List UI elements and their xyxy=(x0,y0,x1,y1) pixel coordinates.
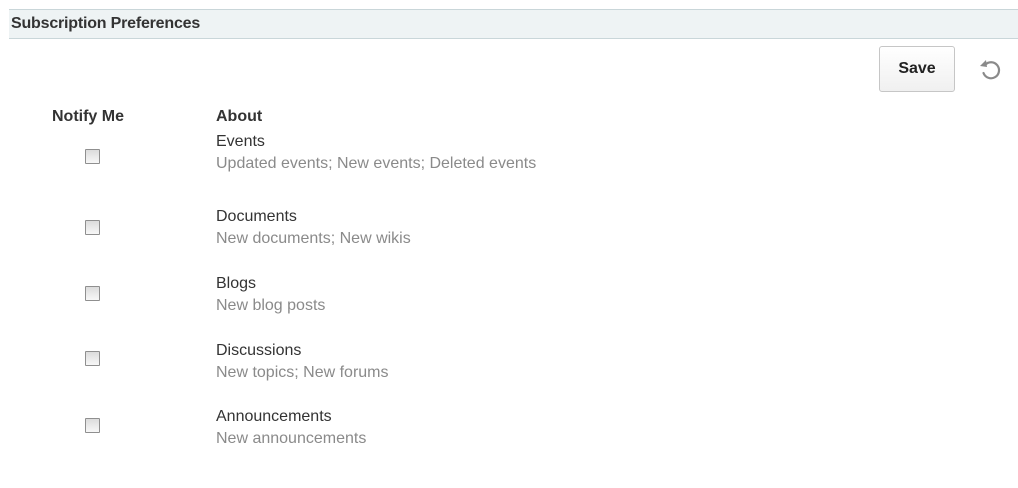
pref-title: Announcements xyxy=(216,408,332,425)
notify-checkbox-blogs[interactable] xyxy=(85,286,100,301)
column-header-notify: Notify Me xyxy=(52,108,124,125)
pref-title: Blogs xyxy=(216,275,257,292)
pref-title: Documents xyxy=(216,208,297,225)
notify-checkbox-documents[interactable] xyxy=(85,220,100,235)
section-title: Subscription Preferences xyxy=(11,15,201,32)
pref-row-events: Events Updated events; New events; Delet… xyxy=(0,133,860,183)
pref-title: Events xyxy=(216,133,265,150)
pref-title: Discussions xyxy=(216,342,302,359)
section-header: Subscription Preferences xyxy=(9,9,1018,39)
pref-description: New documents; New wikis xyxy=(216,230,411,247)
pref-description: New announcements xyxy=(216,430,367,447)
pref-row-announcements: Announcements New announcements xyxy=(0,408,860,458)
notify-checkbox-events[interactable] xyxy=(85,149,100,164)
column-header-about: About xyxy=(216,108,263,125)
pref-description: Updated events; New events; Deleted even… xyxy=(216,155,537,172)
pref-description: New topics; New forums xyxy=(216,364,389,381)
save-button[interactable]: Save xyxy=(879,46,955,92)
reset-icon[interactable] xyxy=(976,56,1004,84)
pref-row-documents: Documents New documents; New wikis xyxy=(0,208,860,258)
pref-row-discussions: Discussions New topics; New forums xyxy=(0,342,860,392)
pref-description: New blog posts xyxy=(216,297,326,314)
pref-row-blogs: Blogs New blog posts xyxy=(0,275,860,325)
notify-checkbox-announcements[interactable] xyxy=(85,418,100,433)
notify-checkbox-discussions[interactable] xyxy=(85,351,100,366)
